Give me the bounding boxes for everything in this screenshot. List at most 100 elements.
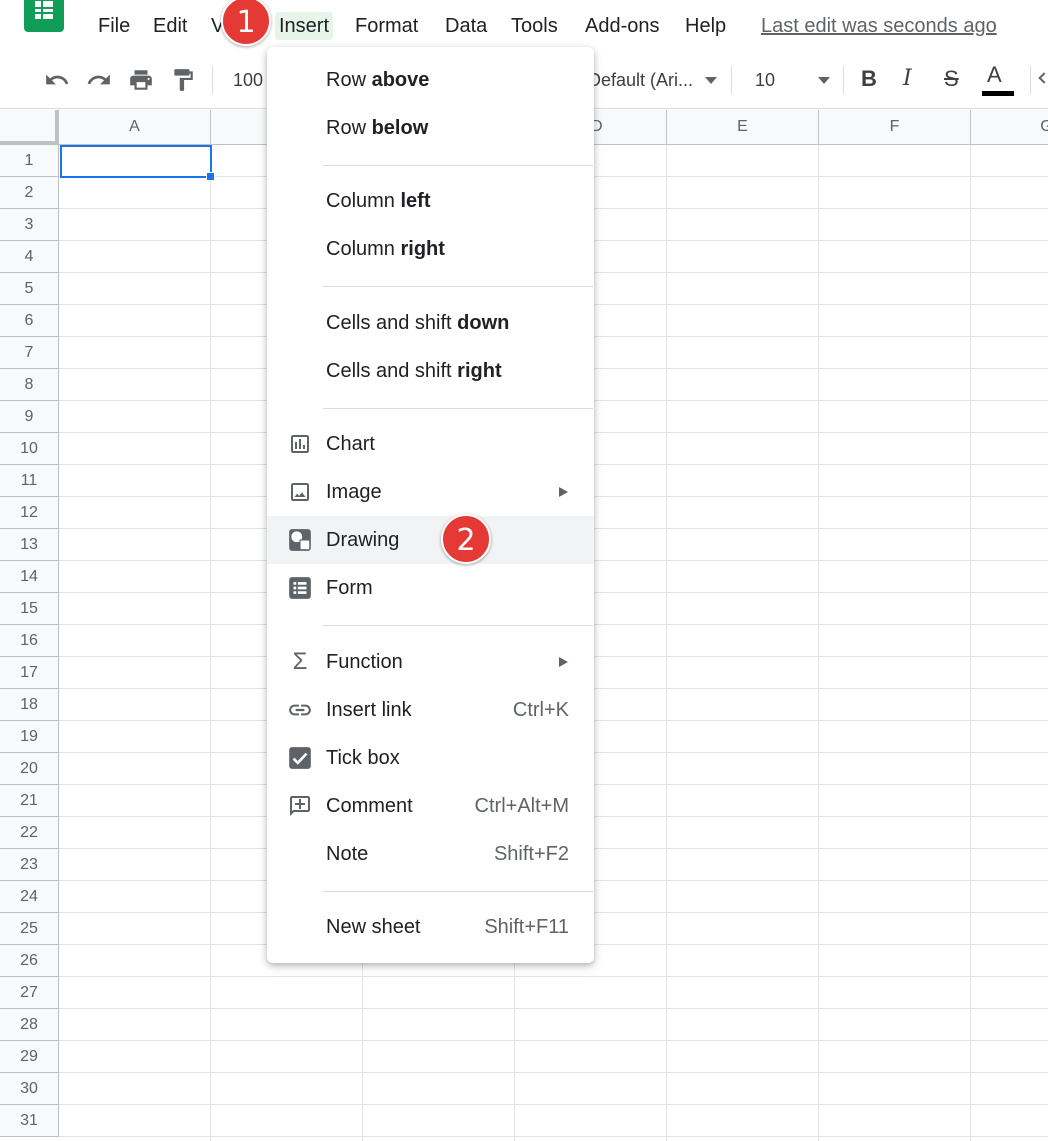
row-header-13[interactable]: 13	[0, 529, 59, 561]
menu-file[interactable]: File	[94, 12, 134, 40]
checkbox-icon	[287, 745, 313, 771]
menu-divider	[323, 891, 593, 892]
font-select[interactable]: Default (Ari...	[588, 68, 693, 92]
row-header-27[interactable]: 27	[0, 977, 59, 1009]
menu-help[interactable]: Help	[681, 12, 730, 40]
row-header-3[interactable]: 3	[0, 209, 59, 241]
column-header-f[interactable]: F	[819, 110, 971, 145]
row-header-24[interactable]: 24	[0, 881, 59, 913]
menu-item-column-left[interactable]: Column left	[267, 177, 594, 225]
menu-item-label: Row	[326, 117, 372, 139]
menu-item-label: Cells and shift	[326, 312, 458, 334]
strikethrough-button[interactable]: S	[944, 67, 959, 91]
chart-icon	[287, 431, 313, 457]
menu-item-column-right[interactable]: Column right	[267, 225, 594, 273]
row-header-18[interactable]: 18	[0, 689, 59, 721]
row-header-6[interactable]: 6	[0, 305, 59, 337]
column-header-a[interactable]: A	[59, 110, 211, 145]
bold-button[interactable]: B	[861, 67, 877, 91]
menu-edit[interactable]: Edit	[149, 12, 191, 40]
row-header-16[interactable]: 16	[0, 625, 59, 657]
column-header-e[interactable]: E	[667, 110, 819, 145]
column-gridline	[666, 145, 667, 1141]
menu-item-chart[interactable]: Chart	[267, 420, 594, 468]
row-header-22[interactable]: 22	[0, 817, 59, 849]
drawing-icon	[287, 527, 313, 553]
menu-item-cells-shift-down[interactable]: Cells and shift down	[267, 299, 594, 347]
row-header-19[interactable]: 19	[0, 721, 59, 753]
last-edit-link[interactable]: Last edit was seconds ago	[761, 12, 997, 40]
italic-button[interactable]: I	[903, 67, 912, 91]
menu-insert[interactable]: Insert	[275, 12, 334, 40]
row-header-28[interactable]: 28	[0, 1009, 59, 1041]
more-tools-icon[interactable]	[1038, 72, 1048, 84]
row-header-15[interactable]: 15	[0, 593, 59, 625]
select-all-corner[interactable]	[0, 110, 59, 145]
row-gridline	[59, 1008, 1048, 1009]
fill-handle[interactable]	[206, 172, 215, 181]
column-gridline	[818, 145, 819, 1141]
row-gridline	[59, 1136, 1048, 1137]
menu-item-label: New sheet	[326, 916, 421, 938]
row-header-31[interactable]: 31	[0, 1105, 59, 1137]
menu-item-form[interactable]: Form	[267, 564, 594, 612]
menu-item-new-sheet[interactable]: New sheet Shift+F11	[267, 903, 594, 951]
menu-item-row-below[interactable]: Row below	[267, 104, 594, 152]
row-header-2[interactable]: 2	[0, 177, 59, 209]
menu-item-comment[interactable]: Comment Ctrl+Alt+M	[267, 782, 594, 830]
zoom-select[interactable]: 100	[233, 68, 263, 92]
column-gridline	[210, 145, 211, 1141]
font-size-dropdown-icon[interactable]	[818, 77, 830, 84]
row-header-26[interactable]: 26	[0, 945, 59, 977]
row-header-5[interactable]: 5	[0, 273, 59, 305]
menu-item-drawing[interactable]: Drawing	[267, 516, 594, 564]
row-header-20[interactable]: 20	[0, 753, 59, 785]
menu-item-shortcut: Ctrl+K	[512, 699, 569, 721]
selected-cell-a1[interactable]	[60, 145, 212, 178]
row-header-23[interactable]: 23	[0, 849, 59, 881]
menu-item-shortcut: Shift+F11	[484, 916, 569, 938]
menu-item-image[interactable]: Image	[267, 468, 594, 516]
column-header-g[interactable]: G	[971, 110, 1048, 145]
menu-divider	[323, 286, 593, 287]
menu-addons[interactable]: Add-ons	[581, 12, 664, 40]
sheets-logo-icon[interactable]	[24, 0, 64, 32]
row-header-1[interactable]: 1	[0, 145, 59, 177]
undo-icon[interactable]	[42, 65, 72, 95]
row-header-9[interactable]: 9	[0, 401, 59, 433]
redo-icon[interactable]	[84, 65, 114, 95]
menu-data[interactable]: Data	[441, 12, 491, 40]
menu-item-cells-shift-right[interactable]: Cells and shift right	[267, 347, 594, 395]
toolbar-divider	[843, 66, 844, 94]
menu-item-note[interactable]: Note Shift+F2	[267, 830, 594, 878]
row-header-10[interactable]: 10	[0, 433, 59, 465]
font-size-select[interactable]: 10	[755, 68, 775, 92]
menu-item-tick-box[interactable]: Tick box	[267, 734, 594, 782]
row-header-14[interactable]: 14	[0, 561, 59, 593]
row-header-12[interactable]: 12	[0, 497, 59, 529]
print-icon[interactable]	[126, 65, 156, 95]
row-header-11[interactable]: 11	[0, 465, 59, 497]
row-gridline	[59, 1040, 1048, 1041]
menu-item-function[interactable]: Σ Function	[267, 638, 594, 686]
text-color-button[interactable]: A	[987, 63, 1002, 87]
row-header-21[interactable]: 21	[0, 785, 59, 817]
row-header-17[interactable]: 17	[0, 657, 59, 689]
menu-tools[interactable]: Tools	[507, 12, 562, 40]
menu-item-label: Tick box	[326, 747, 400, 769]
menu-format[interactable]: Format	[351, 12, 422, 40]
toolbar-divider	[1030, 66, 1031, 94]
row-header-4[interactable]: 4	[0, 241, 59, 273]
menu-item-insert-link[interactable]: Insert link Ctrl+K	[267, 686, 594, 734]
row-header-30[interactable]: 30	[0, 1073, 59, 1105]
menu-item-row-above[interactable]: Row above	[267, 56, 594, 104]
row-header-29[interactable]: 29	[0, 1041, 59, 1073]
row-header-8[interactable]: 8	[0, 369, 59, 401]
menu-item-label: Cells and shift	[326, 360, 458, 382]
font-dropdown-icon[interactable]	[705, 77, 717, 84]
paint-format-icon[interactable]	[168, 65, 198, 95]
menu-item-label-bold: above	[371, 69, 430, 91]
row-header-25[interactable]: 25	[0, 913, 59, 945]
row-header-7[interactable]: 7	[0, 337, 59, 369]
menu-divider	[323, 625, 593, 626]
